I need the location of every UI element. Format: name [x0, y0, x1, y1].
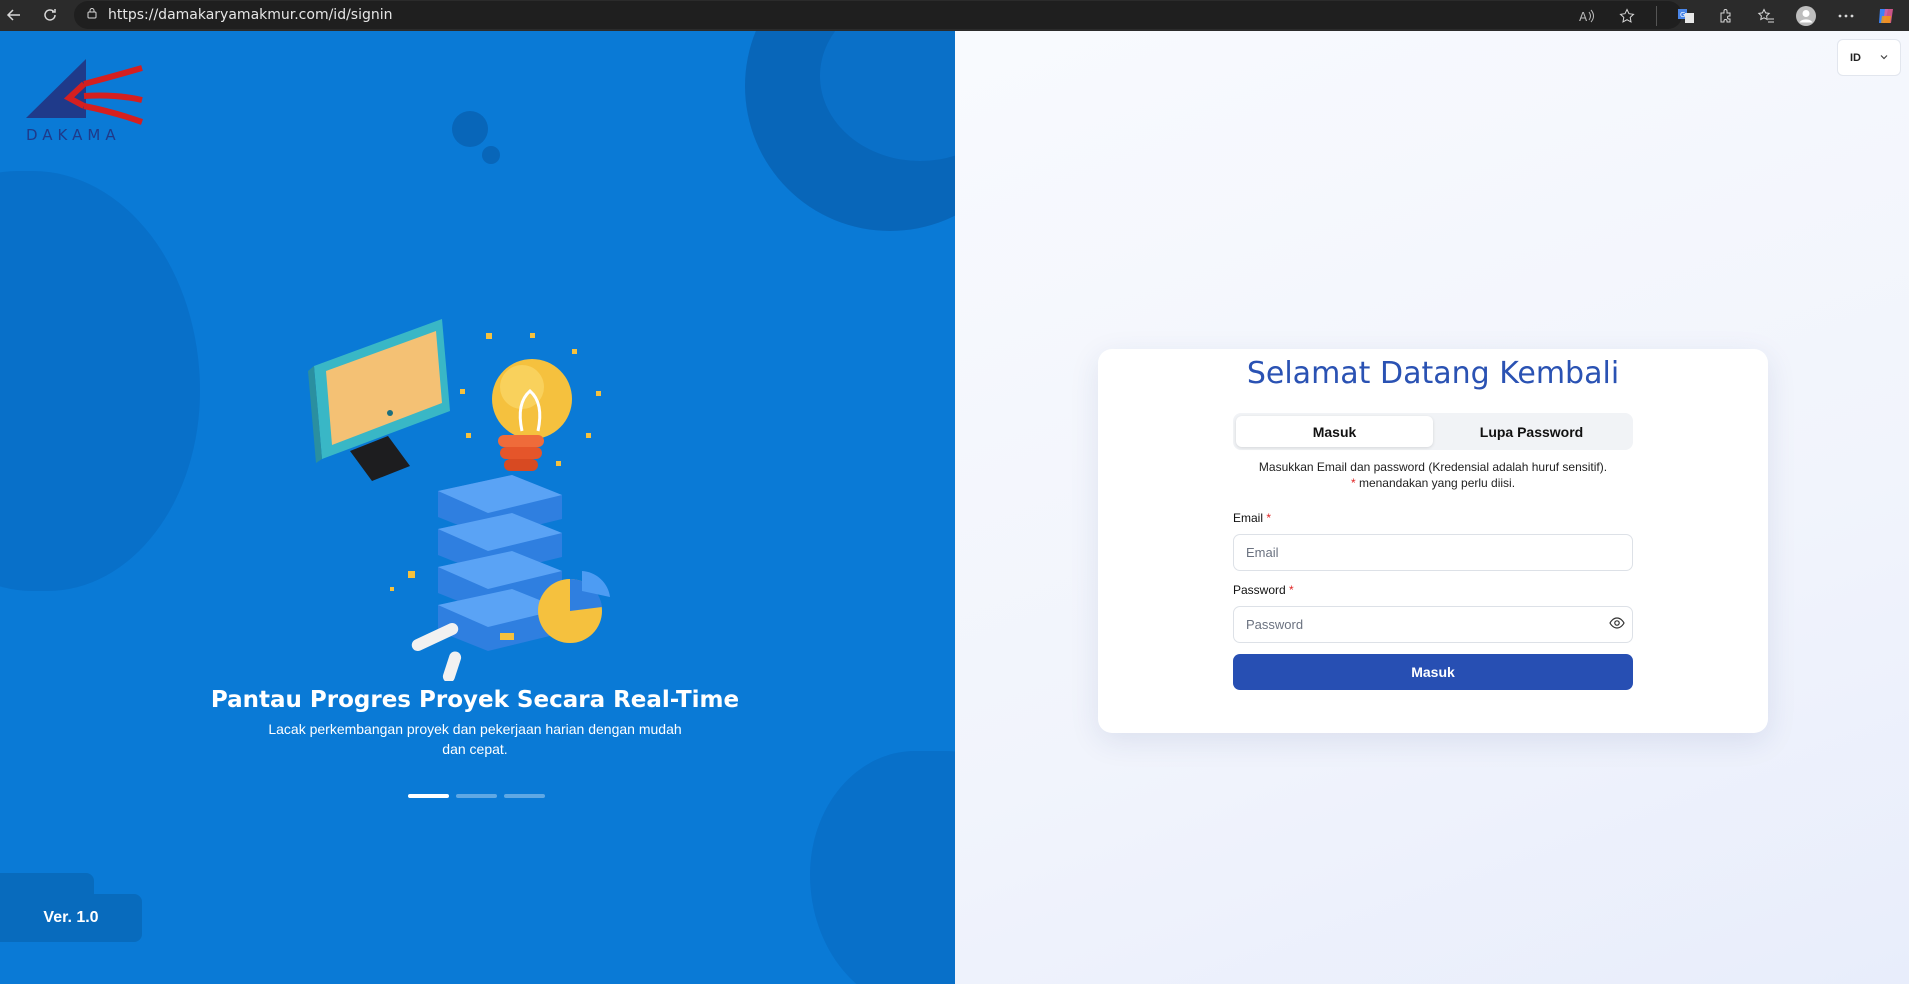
email-label: Email *	[1233, 511, 1271, 525]
browser-toolbar: https://damakaryamakmur.com/id/signin A …	[0, 0, 1909, 31]
favorite-icon[interactable]	[1616, 5, 1638, 27]
email-input[interactable]	[1233, 534, 1633, 571]
instruction-line: Masukkan Email dan password (Kredensial …	[1258, 460, 1608, 474]
eye-icon[interactable]	[1609, 615, 1625, 631]
password-label-text: Password	[1233, 583, 1286, 597]
required-marker: *	[1289, 583, 1294, 597]
required-marker: *	[1266, 511, 1272, 525]
version-badge: Ver. 1.0	[0, 894, 142, 942]
carousel-dot[interactable]	[504, 794, 545, 798]
lock-icon[interactable]	[86, 6, 98, 24]
tab-masuk[interactable]: Masuk	[1236, 416, 1433, 447]
email-label-text: Email	[1233, 511, 1264, 525]
submit-button[interactable]: Masuk	[1233, 654, 1633, 690]
more-icon[interactable]	[1835, 5, 1857, 27]
back-icon[interactable]	[4, 5, 24, 25]
page-title: Selamat Datang Kembali	[1246, 356, 1620, 391]
decor-pill	[411, 622, 459, 652]
copilot-icon[interactable]	[1875, 5, 1897, 27]
translate-icon[interactable]: G	[1675, 5, 1697, 27]
company-logo: DAKAMA	[26, 59, 144, 144]
url-text[interactable]: https://damakaryamakmur.com/id/signin	[108, 7, 393, 23]
chevron-down-icon	[1879, 52, 1889, 65]
address-bar[interactable]: https://damakaryamakmur.com/id/signin	[74, 1, 1682, 29]
instruction-text: menandakan yang perlu diisi.	[1358, 476, 1516, 490]
logo-text: DAKAMA	[26, 126, 121, 144]
carousel-indicators	[408, 794, 545, 798]
illustration	[308, 319, 610, 681]
instruction-line: * menandakan yang perlu diisi.	[1233, 475, 1633, 491]
read-aloud-icon[interactable]: A	[1576, 5, 1598, 27]
password-label: Password *	[1233, 583, 1294, 597]
language-value: ID	[1850, 51, 1861, 64]
decor-blob	[810, 751, 955, 984]
decor-blob	[0, 171, 200, 591]
svg-text:A: A	[1579, 10, 1588, 23]
svg-text:G: G	[1680, 11, 1685, 19]
required-marker: *	[1350, 476, 1356, 490]
profile-icon[interactable]	[1795, 5, 1817, 27]
slide-title: Pantau Progres Proyek Secara Real-Time	[210, 687, 740, 713]
favorites-bar-icon[interactable]	[1755, 5, 1777, 27]
tab-lupa-password[interactable]: Lupa Password	[1433, 416, 1630, 447]
lightbulb-illustration	[492, 359, 572, 471]
extensions-icon[interactable]	[1715, 5, 1737, 27]
decor-pill	[442, 651, 462, 681]
carousel-dot[interactable]	[408, 794, 449, 798]
slide-description: Lacak perkembangan proyek dan pekerjaan …	[268, 721, 682, 757]
form-instruction: Masukkan Email dan password (Kredensial …	[1233, 459, 1633, 491]
language-select[interactable]: ID	[1837, 39, 1901, 76]
password-input[interactable]	[1233, 606, 1633, 643]
decor-blob	[482, 146, 500, 164]
decor-blob	[452, 111, 488, 147]
refresh-icon[interactable]	[40, 5, 60, 25]
promo-panel: DAKAMA Pantau Progres Proyek Secara Real…	[0, 31, 955, 984]
auth-tabs: Masuk Lupa Password	[1233, 413, 1633, 450]
carousel-dot[interactable]	[456, 794, 497, 798]
monitor-illustration	[308, 319, 450, 481]
